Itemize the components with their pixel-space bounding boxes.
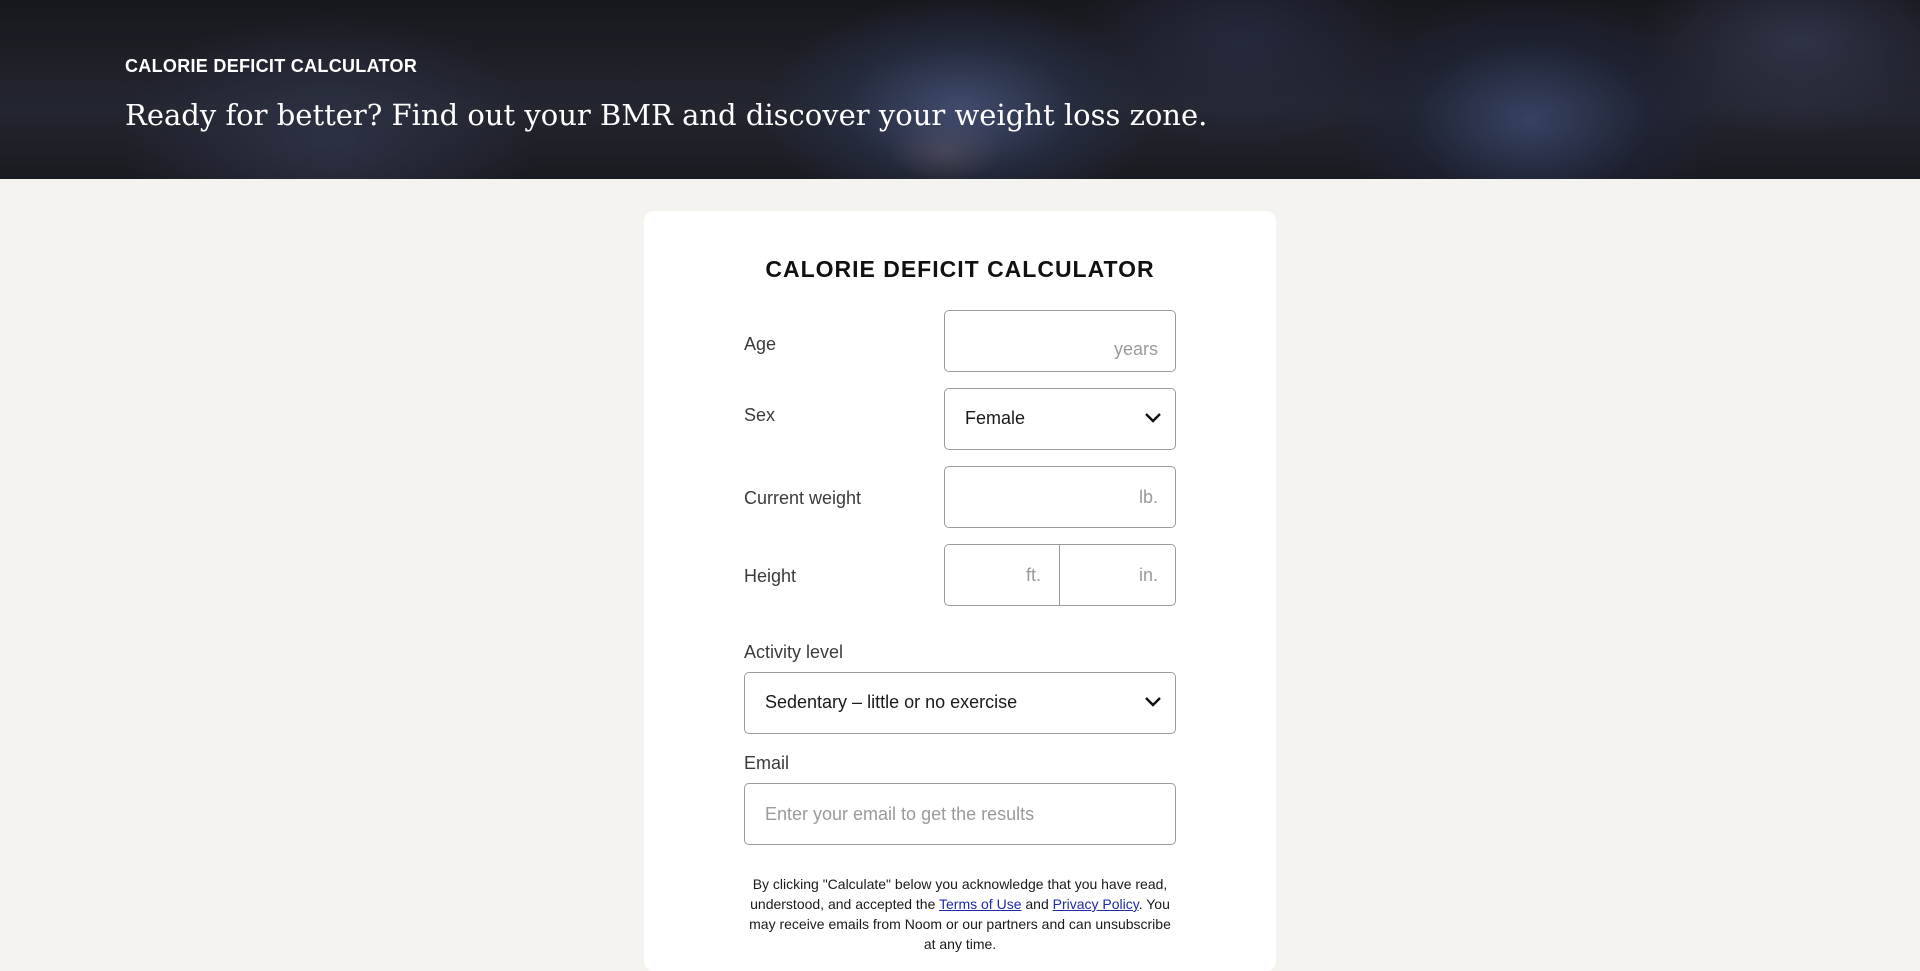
terms-of-use-link[interactable]: Terms of Use — [939, 896, 1021, 912]
activity-select[interactable]: Sedentary – little or no exercise — [744, 672, 1176, 734]
chevron-down-icon — [1145, 697, 1161, 707]
privacy-policy-link[interactable]: Privacy Policy — [1053, 896, 1139, 912]
hero-banner: CALORIE DEFICIT CALCULATOR Ready for bet… — [0, 0, 1920, 179]
hero-kicker: CALORIE DEFICIT CALCULATOR — [125, 56, 418, 76]
hero-title: Ready for better? Find out your BMR and … — [125, 98, 1208, 132]
sex-selected-value: Female — [965, 408, 1026, 428]
age-label: Age — [744, 334, 777, 354]
weight-label: Current weight — [744, 488, 862, 508]
age-field[interactable]: years — [944, 310, 1176, 372]
weight-field[interactable]: lb. — [944, 466, 1176, 528]
sex-label: Sex — [744, 405, 776, 425]
age-unit: years — [1113, 339, 1158, 359]
calculator-title: CALORIE DEFICIT CALCULATOR — [765, 256, 1155, 282]
height-field: ft. in. — [944, 544, 1176, 606]
email-field[interactable] — [744, 783, 1176, 845]
height-feet-input[interactable] — [945, 545, 1059, 605]
legal-text-2: and — [1021, 896, 1053, 912]
email-input[interactable] — [745, 784, 1175, 844]
height-feet-unit: ft. — [1025, 565, 1041, 585]
activity-selected-value: Sedentary – little or no exercise — [765, 692, 1018, 712]
chevron-down-icon — [1145, 413, 1161, 423]
sex-select[interactable]: Female — [944, 388, 1176, 450]
legal-disclaimer: By clicking "Calculate" below you acknow… — [744, 874, 1176, 954]
height-feet-field[interactable]: ft. — [945, 545, 1059, 605]
email-label: Email — [744, 753, 790, 773]
weight-unit: lb. — [1138, 487, 1158, 507]
height-inches-unit: in. — [1138, 565, 1158, 585]
activity-label: Activity level — [744, 642, 844, 662]
calculator-card: CALORIE DEFICIT CALCULATOR Age years Sex… — [644, 211, 1276, 971]
height-inches-field[interactable]: in. — [1060, 545, 1175, 605]
height-label: Height — [744, 566, 797, 586]
